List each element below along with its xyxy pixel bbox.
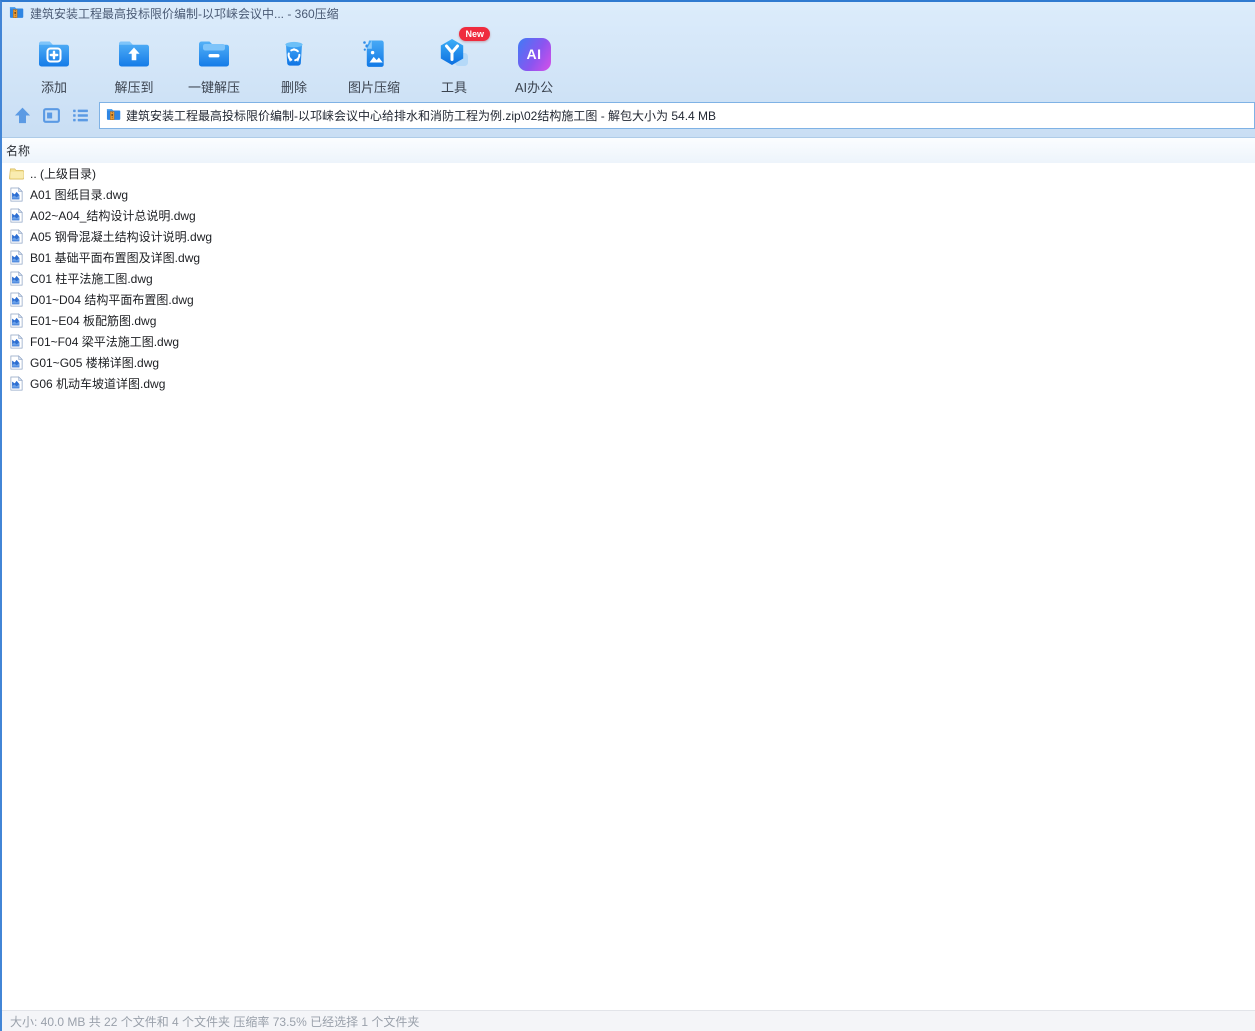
ai-office-button[interactable]: AI AI办公 xyxy=(494,27,574,99)
view-panel-button[interactable] xyxy=(41,106,61,126)
up-arrow-icon xyxy=(14,107,30,124)
dwg-file-icon xyxy=(8,271,24,287)
dwg-file-icon xyxy=(8,208,24,224)
extract-to-button-label: 解压到 xyxy=(114,80,154,95)
file-list: .. (上级目录) A01 图纸目录.dwg A02~A04_结构设计总说明.d… xyxy=(2,163,1255,1010)
dwg-file-icon xyxy=(8,187,24,203)
file-name: A02~A04_结构设计总说明.dwg xyxy=(30,209,196,223)
zip-app-icon xyxy=(9,4,24,24)
folder-icon xyxy=(8,166,24,182)
one-click-extract-button[interactable]: 一键解压 xyxy=(174,27,254,99)
list-panel: 名称 .. (上级目录) A01 图纸目录.dwg A02~A04_结构设计总说… xyxy=(2,138,1255,1010)
dwg-file-icon xyxy=(8,229,24,245)
dwg-file-icon xyxy=(8,292,24,308)
list-item[interactable]: A02~A04_结构设计总说明.dwg xyxy=(2,205,1255,226)
delete-trash-icon xyxy=(274,33,314,75)
list-item[interactable]: C01 柱平法施工图.dwg xyxy=(2,268,1255,289)
add-folder-icon xyxy=(34,33,74,75)
list-item[interactable]: G01~G05 楼梯详图.dwg xyxy=(2,352,1255,373)
file-name: A05 钢骨混凝土结构设计说明.dwg xyxy=(30,230,213,244)
statusbar: 大小: 40.0 MB 共 22 个文件和 4 个文件夹 压缩率 73.5% 已… xyxy=(2,1010,1255,1031)
status-text: 大小: 40.0 MB 共 22 个文件和 4 个文件夹 压缩率 73.5% 已… xyxy=(10,1014,420,1029)
toolbar: 添加 解压到 一键解压 删除 图片压缩 New 工具 AI AI办公 xyxy=(2,25,1255,100)
titlebar: 建筑安装工程最高投标限价编制-以邛崃会议中... - 360压缩 xyxy=(2,2,1255,25)
file-name: .. (上级目录) xyxy=(30,167,96,181)
dwg-file-icon xyxy=(8,376,24,392)
file-name: A01 图纸目录.dwg xyxy=(30,188,129,202)
file-name: B01 基础平面布置图及详图.dwg xyxy=(30,251,201,265)
list-item[interactable]: A05 钢骨混凝土结构设计说明.dwg xyxy=(2,226,1255,247)
address-path: 建筑安装工程最高投标限价编制-以邛崃会议中心给排水和消防工程为例.zip\02结… xyxy=(126,109,717,123)
column-header-name[interactable]: 名称 xyxy=(2,138,1255,163)
list-item[interactable]: F01~F04 梁平法施工图.dwg xyxy=(2,331,1255,352)
extract-to-button[interactable]: 解压到 xyxy=(94,27,174,99)
list-item[interactable]: E01~E04 板配筋图.dwg xyxy=(2,310,1255,331)
file-name: F01~F04 梁平法施工图.dwg xyxy=(30,335,180,349)
new-badge: New xyxy=(459,27,490,41)
ai-office-icon: AI xyxy=(514,33,554,75)
app-window: 建筑安装工程最高投标限价编制-以邛崃会议中... - 360压缩 添加 解压到 … xyxy=(0,0,1255,1031)
image-compress-icon xyxy=(354,33,394,75)
one-click-extract-folder-icon xyxy=(194,33,234,75)
dwg-file-icon xyxy=(8,313,24,329)
list-item[interactable]: D01~D04 结构平面布置图.dwg xyxy=(2,289,1255,310)
add-button-label: 添加 xyxy=(40,80,67,95)
window-chrome: 建筑安装工程最高投标限价编制-以邛崃会议中... - 360压缩 添加 解压到 … xyxy=(2,2,1255,138)
file-name: C01 柱平法施工图.dwg xyxy=(30,272,153,286)
file-name: G01~G05 楼梯详图.dwg xyxy=(30,356,160,370)
column-header-label: 名称 xyxy=(6,144,31,158)
tools-button-label: 工具 xyxy=(440,80,467,95)
image-compress-button[interactable]: 图片压缩 xyxy=(334,27,414,99)
image-compress-button-label: 图片压缩 xyxy=(347,80,400,95)
list-item[interactable]: .. (上级目录) xyxy=(2,163,1255,184)
up-directory-button[interactable] xyxy=(12,106,32,126)
address-row: 建筑安装工程最高投标限价编制-以邛崃会议中心给排水和消防工程为例.zip\02结… xyxy=(2,100,1255,137)
file-name: G06 机动车坡道详图.dwg xyxy=(30,377,166,391)
dwg-file-icon xyxy=(8,334,24,350)
file-name: E01~E04 板配筋图.dwg xyxy=(30,314,157,328)
file-name: D01~D04 结构平面布置图.dwg xyxy=(30,293,194,307)
dwg-file-icon xyxy=(8,250,24,266)
address-bar[interactable]: 建筑安装工程最高投标限价编制-以邛崃会议中心给排水和消防工程为例.zip\02结… xyxy=(99,102,1255,129)
window-title: 建筑安装工程最高投标限价编制-以邛崃会议中... - 360压缩 xyxy=(30,7,339,21)
list-view-button[interactable] xyxy=(70,106,90,126)
list-item[interactable]: A01 图纸目录.dwg xyxy=(2,184,1255,205)
list-item[interactable]: B01 基础平面布置图及详图.dwg xyxy=(2,247,1255,268)
tools-button[interactable]: New 工具 xyxy=(414,27,494,99)
nav-icons xyxy=(12,106,90,126)
ai-office-button-label: AI办公 xyxy=(514,80,554,95)
one-click-extract-button-label: 一键解压 xyxy=(187,80,240,95)
delete-button[interactable]: 删除 xyxy=(254,27,334,99)
extract-to-folder-icon xyxy=(114,33,154,75)
zip-archive-icon xyxy=(106,106,121,126)
delete-button-label: 删除 xyxy=(280,80,307,95)
list-item[interactable]: G06 机动车坡道详图.dwg xyxy=(2,373,1255,394)
ai-office-icon-text: AI xyxy=(517,37,551,71)
dwg-file-icon xyxy=(8,355,24,371)
list-view-icon xyxy=(72,109,88,122)
tools-hexagon-icon: New xyxy=(434,27,490,75)
add-button[interactable]: 添加 xyxy=(14,27,94,99)
panel-view-icon xyxy=(42,108,60,123)
